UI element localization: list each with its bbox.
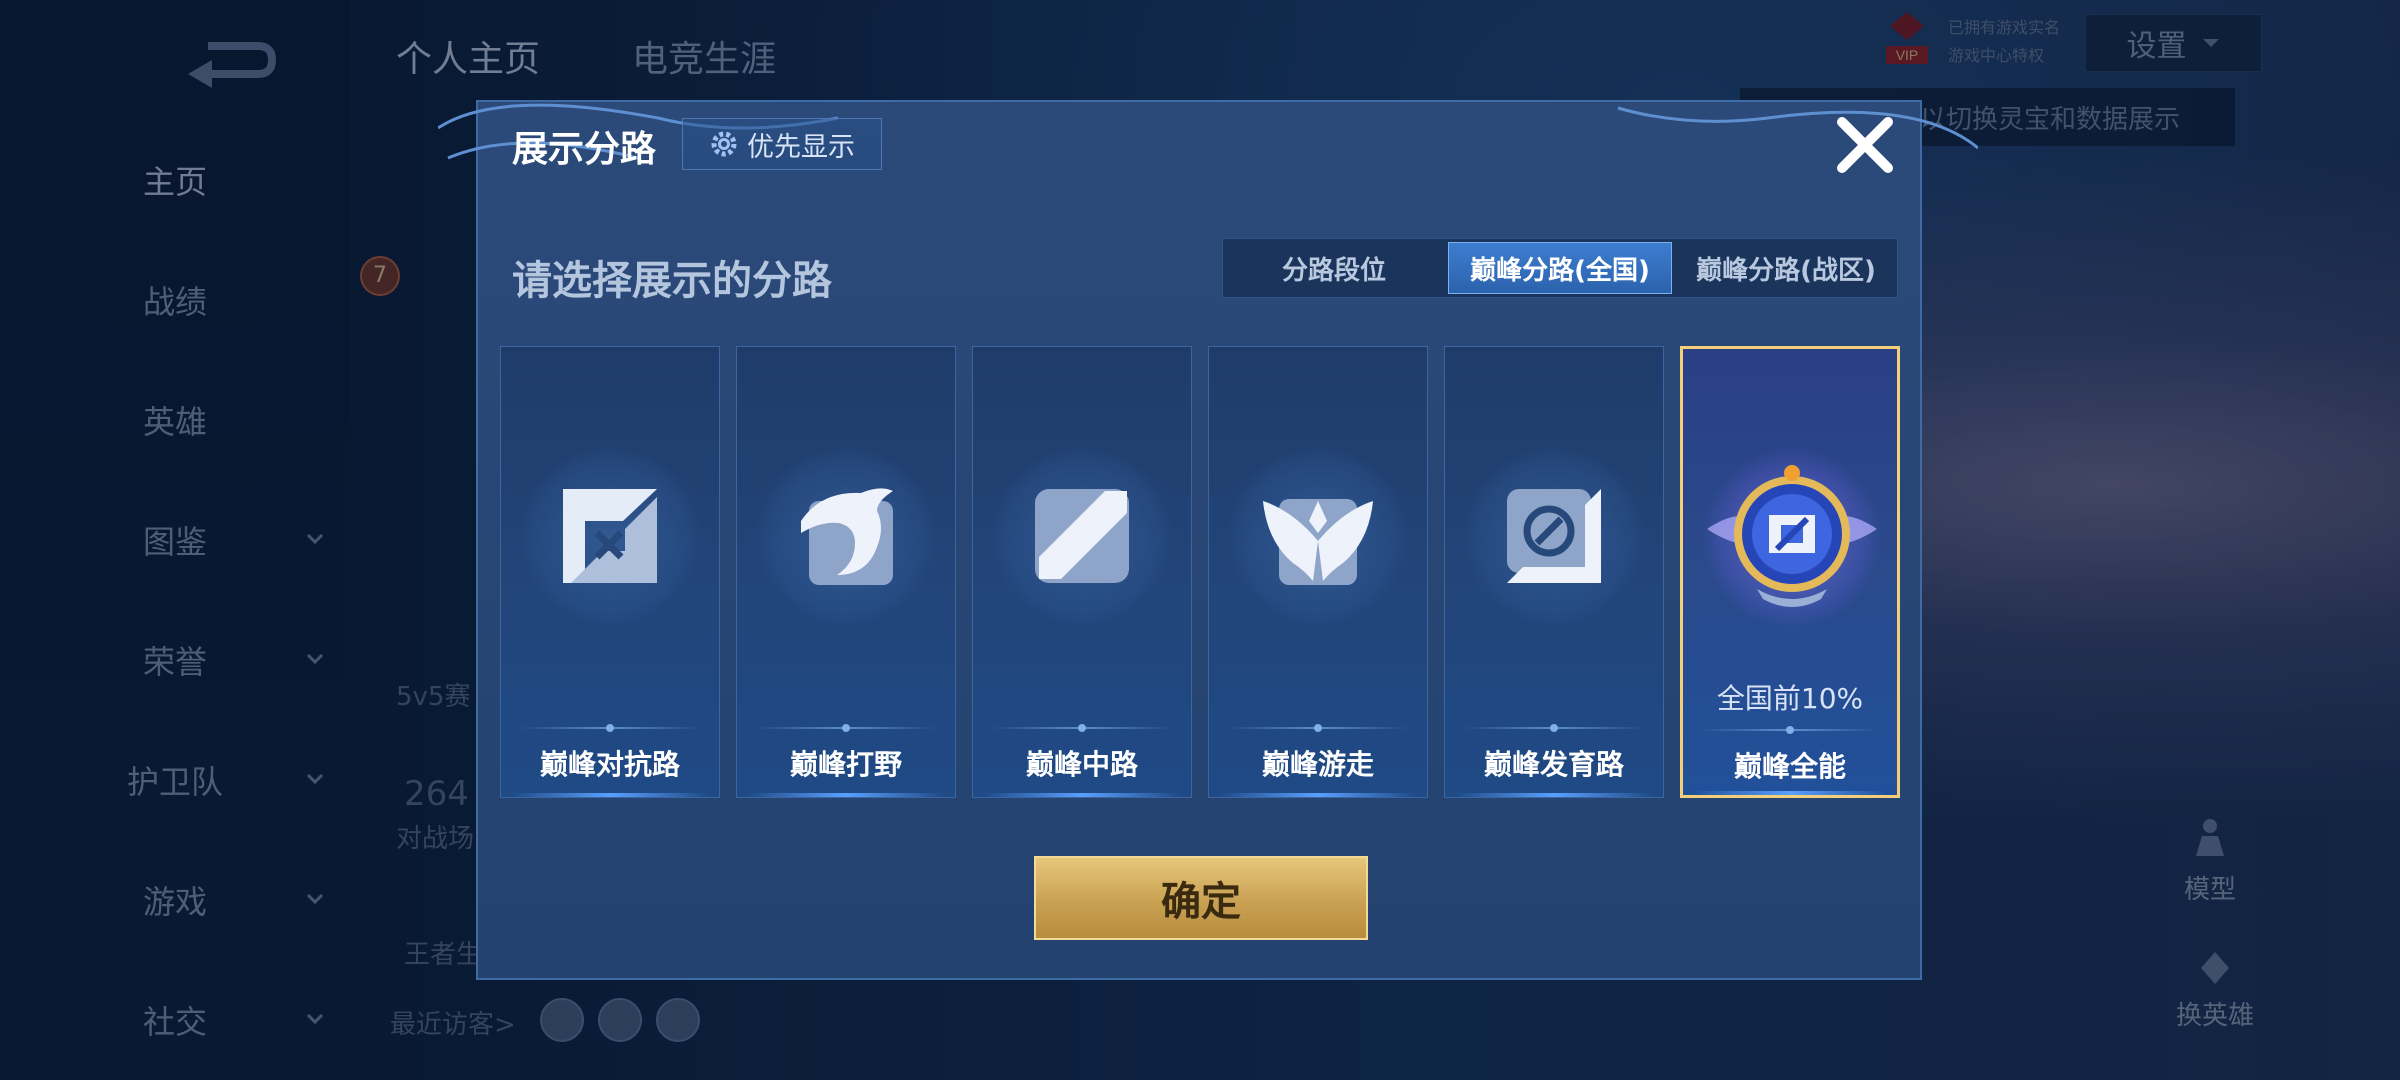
dialog-title: 展示分路 [512,129,657,170]
card-bottom-glow [1219,793,1417,797]
card-bottom-glow [983,793,1181,797]
lane-card-label: 巅峰发育路 [1483,748,1624,781]
lane-card-label: 巅峰中路 [1025,748,1138,781]
lane-card-all-round[interactable]: 全国前10% 巅峰全能 [1680,346,1900,798]
wings-icon [1263,499,1373,585]
tab-peak-lane-region[interactable]: 巅峰分路(战区) [1675,239,1897,297]
lane-card-mid[interactable]: 巅峰中路 [972,346,1192,798]
priority-display-label: 优先显示 [747,131,855,163]
crossed-swords-icon [563,489,657,583]
lane-card-bottom[interactable]: 巅峰发育路 [1444,346,1664,798]
card-divider [519,724,701,732]
lane-card-list: 巅峰对抗路 巅峰打野 巅峰中路 巅峰游走 巅峰发育路 全国前10% 巅峰全能 [500,346,1900,798]
gear-icon [711,131,737,157]
tab-peak-lane-national[interactable]: 巅峰分路(全国) [1448,242,1672,294]
rank-percentile: 全国前10% [1716,682,1864,715]
priority-display-button[interactable]: 优先显示 [682,118,882,170]
card-divider [1701,726,1879,734]
card-bottom-glow [747,793,945,797]
dragon-icon [801,488,893,585]
lane-card-jungle[interactable]: 巅峰打野 [736,346,956,798]
all-round-emblem-icon [1707,465,1877,607]
card-bottom-glow [511,793,709,797]
lane-card-label: 巅峰对抗路 [539,748,680,781]
lane-card-roam[interactable]: 巅峰游走 [1208,346,1428,798]
ranking-scope-tabs: 分路段位 巅峰分路(全国) 巅峰分路(战区) [1222,238,1898,298]
lane-card-top[interactable]: 巅峰对抗路 [500,346,720,798]
mid-lane-icon [1035,489,1129,583]
dialog-ornament [438,103,1978,160]
card-bottom-glow [1693,791,1887,795]
card-divider [1227,724,1409,732]
dialog-subtitle: 请选择展示的分路 [512,258,832,304]
lane-card-label: 巅峰打野 [789,748,902,781]
card-divider [1463,724,1645,732]
close-icon[interactable] [1830,110,1900,180]
card-divider [991,724,1173,732]
tab-lane-rank[interactable]: 分路段位 [1223,239,1445,297]
lane-display-dialog: 展示分路 优先显示 请选择展示的分路 分路段位 巅峰分路(全国) 巅峰分路(战区… [438,100,1978,980]
lane-card-label: 巅峰全能 [1733,750,1846,783]
card-divider [755,724,937,732]
card-bottom-glow [1455,793,1653,797]
confirm-button[interactable]: 确定 [1034,856,1368,940]
lane-card-label: 巅峰游走 [1261,748,1374,781]
marksman-icon [1507,489,1601,583]
